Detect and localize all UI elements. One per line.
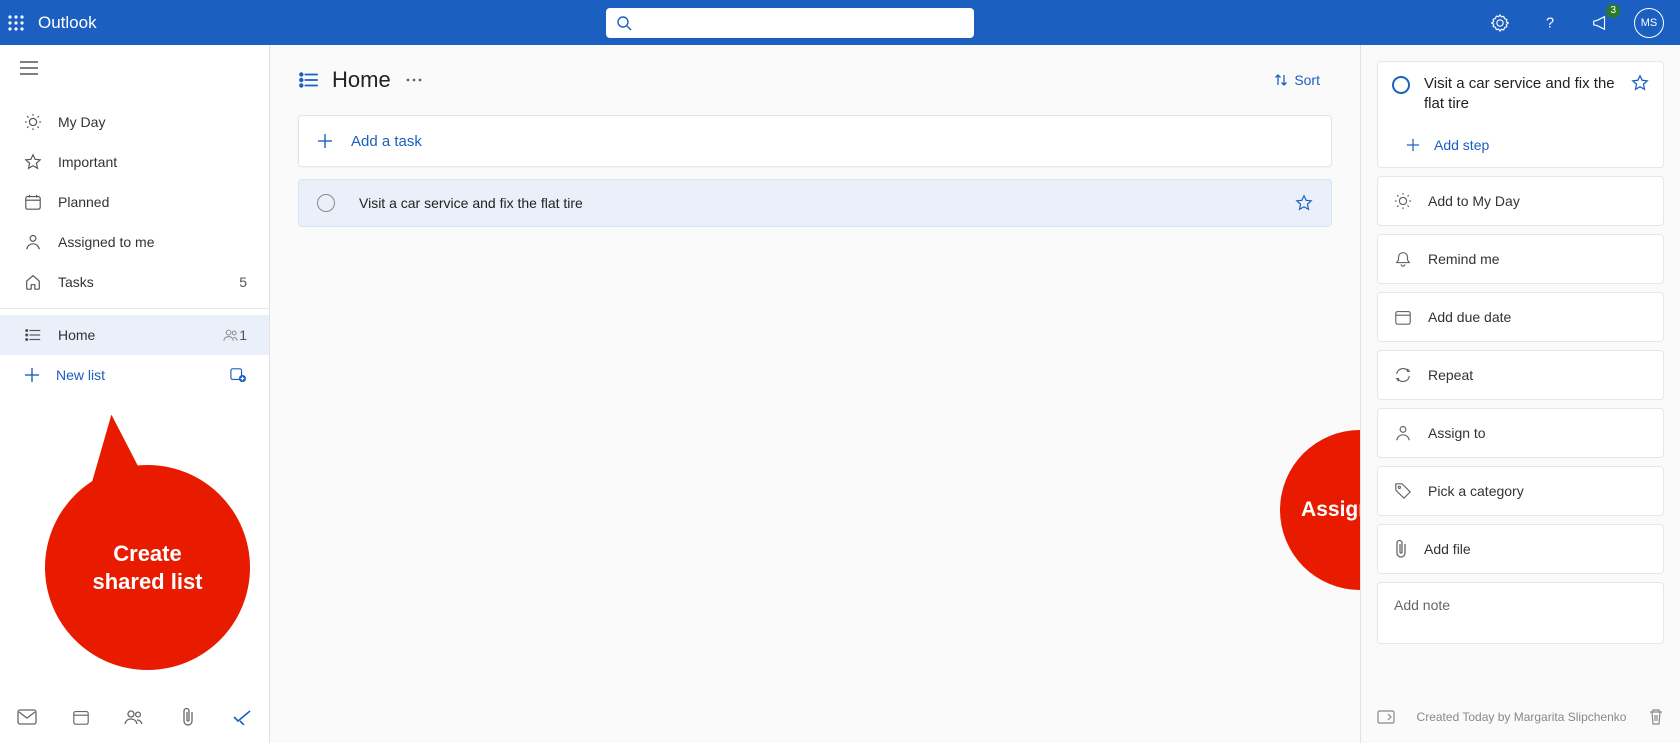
sidebar-item-myday[interactable]: My Day — [0, 102, 269, 142]
sidebar-item-assigned[interactable]: Assigned to me — [0, 222, 269, 262]
page-title: Home — [332, 67, 391, 93]
new-list-label: New list — [56, 367, 229, 383]
mail-icon[interactable] — [11, 701, 43, 733]
sidebar-item-count: 5 — [239, 274, 247, 290]
sort-label: Sort — [1294, 72, 1320, 88]
callout-create-shared-list: Create shared list — [45, 465, 250, 670]
task-details-pane: Visit a car service and fix the flat tir… — [1360, 45, 1680, 743]
sidebar-item-label: Assigned to me — [58, 234, 247, 250]
megaphone-icon[interactable]: 3 — [1584, 7, 1616, 39]
calendar-app-icon[interactable] — [65, 701, 97, 733]
search-input[interactable] — [640, 15, 964, 31]
add-task-placeholder: Add a task — [351, 133, 422, 150]
sidebar-item-planned[interactable]: Planned — [0, 182, 269, 222]
task-complete-checkbox[interactable] — [317, 194, 335, 212]
person-icon — [24, 233, 42, 251]
add-task-input[interactable]: Add a task — [298, 115, 1332, 167]
detail-star-icon[interactable] — [1631, 74, 1649, 115]
pick-category-button[interactable]: Pick a category — [1377, 466, 1664, 516]
add-step-label: Add step — [1434, 137, 1489, 153]
waffle-icon[interactable] — [0, 7, 32, 39]
add-due-date-button[interactable]: Add due date — [1377, 292, 1664, 342]
people-icon[interactable] — [118, 701, 150, 733]
detail-complete-checkbox[interactable] — [1392, 76, 1410, 94]
sidebar-item-tasks[interactable]: Tasks 5 — [0, 262, 269, 302]
sort-icon — [1274, 73, 1288, 87]
details-footer: Created Today by Margarita Slipchenko — [1361, 691, 1680, 743]
settings-icon[interactable] — [1484, 7, 1516, 39]
list-icon — [298, 69, 320, 91]
plus-icon — [317, 133, 333, 149]
add-to-my-day-button[interactable]: Add to My Day — [1377, 176, 1664, 226]
repeat-icon — [1394, 366, 1412, 384]
hamburger-icon[interactable] — [0, 45, 58, 90]
hide-details-icon[interactable] — [1377, 710, 1395, 724]
add-note-input[interactable]: Add note — [1377, 582, 1664, 644]
notification-badge: 3 — [1606, 4, 1620, 18]
delete-task-icon[interactable] — [1648, 708, 1664, 726]
sidebar-list-label: Home — [58, 327, 215, 343]
files-icon[interactable] — [172, 701, 204, 733]
create-group-icon[interactable] — [229, 367, 247, 383]
shared-people-icon — [223, 328, 239, 342]
svg-text:?: ? — [1546, 15, 1554, 31]
task-title: Visit a car service and fix the flat tir… — [359, 195, 1295, 211]
paperclip-icon — [1394, 539, 1408, 559]
details-meta: Created Today by Margarita Slipchenko — [1395, 710, 1648, 724]
assign-to-button[interactable]: Assign to — [1377, 408, 1664, 458]
sidebar-item-label: My Day — [58, 114, 247, 130]
plus-icon — [24, 367, 40, 383]
repeat-button[interactable]: Repeat — [1377, 350, 1664, 400]
more-options-icon[interactable] — [405, 77, 423, 83]
sidebar-item-label: Planned — [58, 194, 247, 210]
main-pane: Home Sort Add a task Visit a car service… — [270, 45, 1360, 743]
sidebar-divider — [0, 308, 269, 309]
app-title: Outlook — [32, 13, 97, 33]
search-icon — [616, 15, 632, 31]
sun-icon — [1394, 192, 1412, 210]
person-icon — [1394, 424, 1412, 442]
sidebar-list-home[interactable]: Home 1 — [0, 315, 269, 355]
sidebar-app-switcher — [0, 691, 269, 743]
calendar-icon — [1394, 308, 1412, 326]
sidebar-item-label: Tasks — [58, 274, 239, 290]
home-icon — [24, 273, 42, 291]
add-step-button[interactable]: Add step — [1378, 127, 1663, 167]
bell-icon — [1394, 250, 1412, 268]
add-file-button[interactable]: Add file — [1377, 524, 1664, 574]
sidebar-list-count: 1 — [239, 327, 247, 343]
avatar[interactable]: MS — [1634, 8, 1664, 38]
list-icon — [24, 326, 42, 344]
sidebar-item-important[interactable]: Important — [0, 142, 269, 182]
sun-icon — [24, 113, 42, 131]
task-star-icon[interactable] — [1295, 194, 1313, 212]
new-list-button[interactable]: New list — [0, 355, 269, 395]
calendar-icon — [24, 193, 42, 211]
sidebar-item-label: Important — [58, 154, 247, 170]
search-box[interactable] — [606, 8, 974, 38]
task-row[interactable]: Visit a car service and fix the flat tir… — [298, 179, 1332, 227]
detail-task-title[interactable]: Visit a car service and fix the flat tir… — [1424, 74, 1631, 115]
todo-icon[interactable] — [226, 701, 258, 733]
tag-icon — [1394, 482, 1412, 500]
plus-icon — [1406, 138, 1420, 152]
remind-me-button[interactable]: Remind me — [1377, 234, 1664, 284]
sort-button[interactable]: Sort — [1274, 72, 1320, 88]
help-icon[interactable]: ? — [1534, 7, 1566, 39]
star-icon — [24, 153, 42, 171]
top-bar: Outlook ? 3 MS — [0, 0, 1680, 45]
